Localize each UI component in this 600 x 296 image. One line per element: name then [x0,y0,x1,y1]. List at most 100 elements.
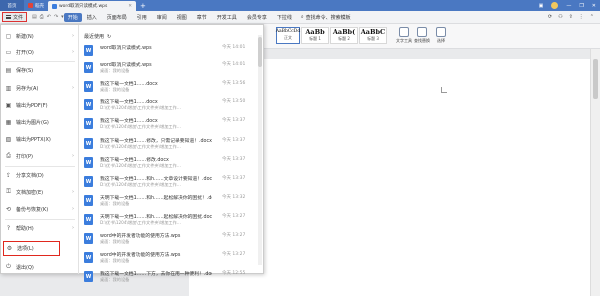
menu-item-export-image-label: 输出为图片(G) [16,119,49,126]
recent-file-name: 我这下载一文档1……下方，去你在用一种便利！.docx [100,272,212,277]
recent-scrollbar[interactable] [258,35,262,265]
style-heading-1[interactable]: AaBb 标题 1 [301,27,329,44]
recent-file-item[interactable]: W 我这下载一文档1……docx D:\优书\1204\增加\工作文件夹\增加工作…… [84,97,256,117]
menu-item-save-as[interactable]: ▥ 另存为(A) › [5,81,77,95]
avatar[interactable] [551,2,559,9]
share-icon[interactable]: ⇪ [569,14,573,20]
recent-file-item[interactable]: W 我这下载一文档1……修改，只需记录要知道！.docx D:\优书\1204\增加… [84,136,256,156]
print-preview-icon[interactable]: ⎙ [40,14,44,20]
file-menu-panel: ▢ 新建(N) › ▭ 打开(O) › ▤ 保存(S) ▥ 另存为(A) › ▣ 输出为PDF(… [0,24,264,282]
redo-icon[interactable]: ↷ [54,14,58,20]
text-tools-icon [399,27,409,37]
file-menu-button[interactable]: 文件 [2,12,28,22]
lock-icon: ⚿ [6,188,11,195]
maximize-icon[interactable]: ❐ [579,3,583,9]
more-icon[interactable]: ⋮ [579,14,584,20]
exit-icon: ⏻ [6,263,11,270]
recent-file-item[interactable]: W 我这下载一文档1……下方，去你在用一种便利！.docx 桌面：我的设备 今天 12… [84,269,256,289]
docx-file-icon: W [84,195,93,206]
minimize-icon[interactable]: — [566,3,571,9]
divider [5,61,75,62]
recent-file-item[interactable]: W 我这下载一文档1……docx D:\优书\1204\增加\工作文件夹\增加工作…… [84,116,256,136]
chevron-right-icon: › [72,153,74,159]
menu-item-help[interactable]: ? 帮助(H) › [5,221,77,235]
help-icon: ? [6,224,11,232]
recent-file-time: 今天 13:50 [222,99,246,104]
recent-file-time: 今天 13:37 [222,176,246,181]
tab-review[interactable]: 审阅 [152,14,172,21]
docx-file-icon: W [84,176,93,187]
menu-item-open[interactable]: ▭ 打开(O) › [5,45,77,59]
tab-document[interactable]: word取消只读模式.wps ✕ [48,1,136,11]
style-normal[interactable]: AaBbCcDd 正文 [276,27,300,44]
recent-file-time: 今天 13:56 [222,81,246,86]
recent-scrollbar-thumb[interactable] [258,37,262,67]
save-icon[interactable]: ▤ [32,14,37,20]
recent-file-time: 今天 13:37 [222,138,246,143]
recent-file-time: 今天 14:01 [222,45,246,50]
pdf-icon: ▣ [5,101,12,109]
collaborate-icon[interactable]: ⚇ [558,14,562,20]
recent-file-item[interactable]: W 天明下载一文档1……和h……起松解决你的困扰.docx D:\优书\1204\增… [84,212,256,232]
style-heading-2[interactable]: AaBb( 标题 2 [330,27,358,44]
tab-view[interactable]: 视图 [172,14,192,21]
style-normal-preview: AaBbCcDd [275,28,301,34]
menu-item-export-image[interactable]: ▦ 输出为图片(G) [5,115,77,129]
tab-developer[interactable]: 开发工具 [212,14,242,21]
menu-item-backup[interactable]: ⟲ 备份与恢复(K) › [5,202,77,216]
recent-file-item[interactable]: W 天明下载一文档1……和h……起松解决你的困扰！.docx 桌面：我的设备 今天 1… [84,193,256,213]
recent-file-item[interactable]: Wword中的开发者功能的使用方法.wps 桌面：我的设备 今天 13:27 [84,231,256,251]
search-label: 查找命令、搜索模板 [305,14,351,21]
recent-file-item[interactable]: W 我这下载一文档1……和h……文章设计要知道！.docx D:\优书\1204\增… [84,174,256,194]
find-replace-button[interactable]: 查找替换 [414,27,430,44]
pptx-icon: ▧ [5,135,12,143]
close-tab-icon[interactable]: ✕ [128,4,132,9]
new-tab-button[interactable]: + [140,2,146,10]
command-search[interactable]: ⌕ 查找命令、搜索模板 [301,14,351,21]
select-button[interactable]: 选择 [436,27,446,44]
style-heading-1-preview: AaBb [305,27,325,36]
style-heading-3[interactable]: AaBbC 标题 3 [359,27,387,44]
menu-item-save[interactable]: ▤ 保存(S) [5,63,77,77]
recent-file-item[interactable]: Wword取消只读模式.wps 桌面：我的设备 今天 14:01 [84,60,256,80]
vertical-scrollbar[interactable] [590,49,600,296]
tab-insert[interactable]: 插入 [82,14,102,21]
wps-file-icon: W [84,233,93,244]
menu-item-export-pdf[interactable]: ▣ 输出为PDF(F) [5,98,77,112]
collapse-ribbon-icon[interactable]: ⌃ [590,14,594,20]
docx-file-icon: W [84,118,93,129]
tab-page-layout[interactable]: 页面布局 [102,14,132,21]
recent-file-time: 今天 13:32 [222,195,246,200]
menu-item-print[interactable]: ⎙ 打印(P) › [5,149,77,163]
tab-document-label: word取消只读模式.wps [59,4,108,9]
undo-icon[interactable]: ↶ [47,14,51,20]
recent-file-item[interactable]: W 我这下载一文档1……docx 桌面：我的设备 今天 13:56 [84,79,256,99]
tab-references[interactable]: 引用 [132,14,152,21]
text-tools-button[interactable]: 文字工具 [396,27,412,44]
tab-section[interactable]: 章节 [192,14,212,21]
menu-item-options[interactable]: ⚙ 选项(L) [3,241,60,256]
tile-view-icon[interactable]: ▣ [539,3,544,9]
menu-item-print-label: 打印(P) [16,153,33,160]
tab-dropdown-line[interactable]: 下拉线 [272,14,297,21]
recent-file-time: 今天 13:37 [222,157,246,162]
menu-item-encrypt[interactable]: ⚿ 文档加密(E) › [5,185,77,199]
close-window-icon[interactable]: ✕ [592,3,596,9]
refresh-icon[interactable]: ↻ [107,34,111,40]
sync-icon[interactable]: ⟳ [548,14,552,20]
recent-file-path: 桌面：我的设备 [100,201,130,206]
menu-item-share[interactable]: ⇪ 分享文档(D) [5,168,77,182]
home-tab[interactable]: 首页 [0,0,24,11]
recent-file-item[interactable]: Wword中的开发者功能的使用方法.wps 桌面：我的设备 今天 13:27 [84,250,256,270]
tab-home[interactable]: 开始 [63,12,82,22]
menu-item-exit[interactable]: ⏻ 退出(Q) [5,260,77,274]
menu-item-export-pptx[interactable]: ▧ 输出为PPTX(X) [5,132,77,146]
recent-file-name: word取消只读模式.wps [100,46,152,51]
tab-member[interactable]: 会员专享 [242,14,272,21]
tab-docer[interactable]: 稻壳 [24,0,48,11]
menu-item-new[interactable]: ▢ 新建(N) › [5,29,77,43]
recent-file-path: D:\优书\1204\增加\工作文件夹\增加工作… [100,144,181,149]
docx-file-icon: W [84,81,93,92]
scrollbar-thumb[interactable] [593,59,598,99]
recent-file-item[interactable]: W 我这下载一文档1……修改.docx D:\优书\1204\增加\工作文件夹\增加… [84,155,256,175]
